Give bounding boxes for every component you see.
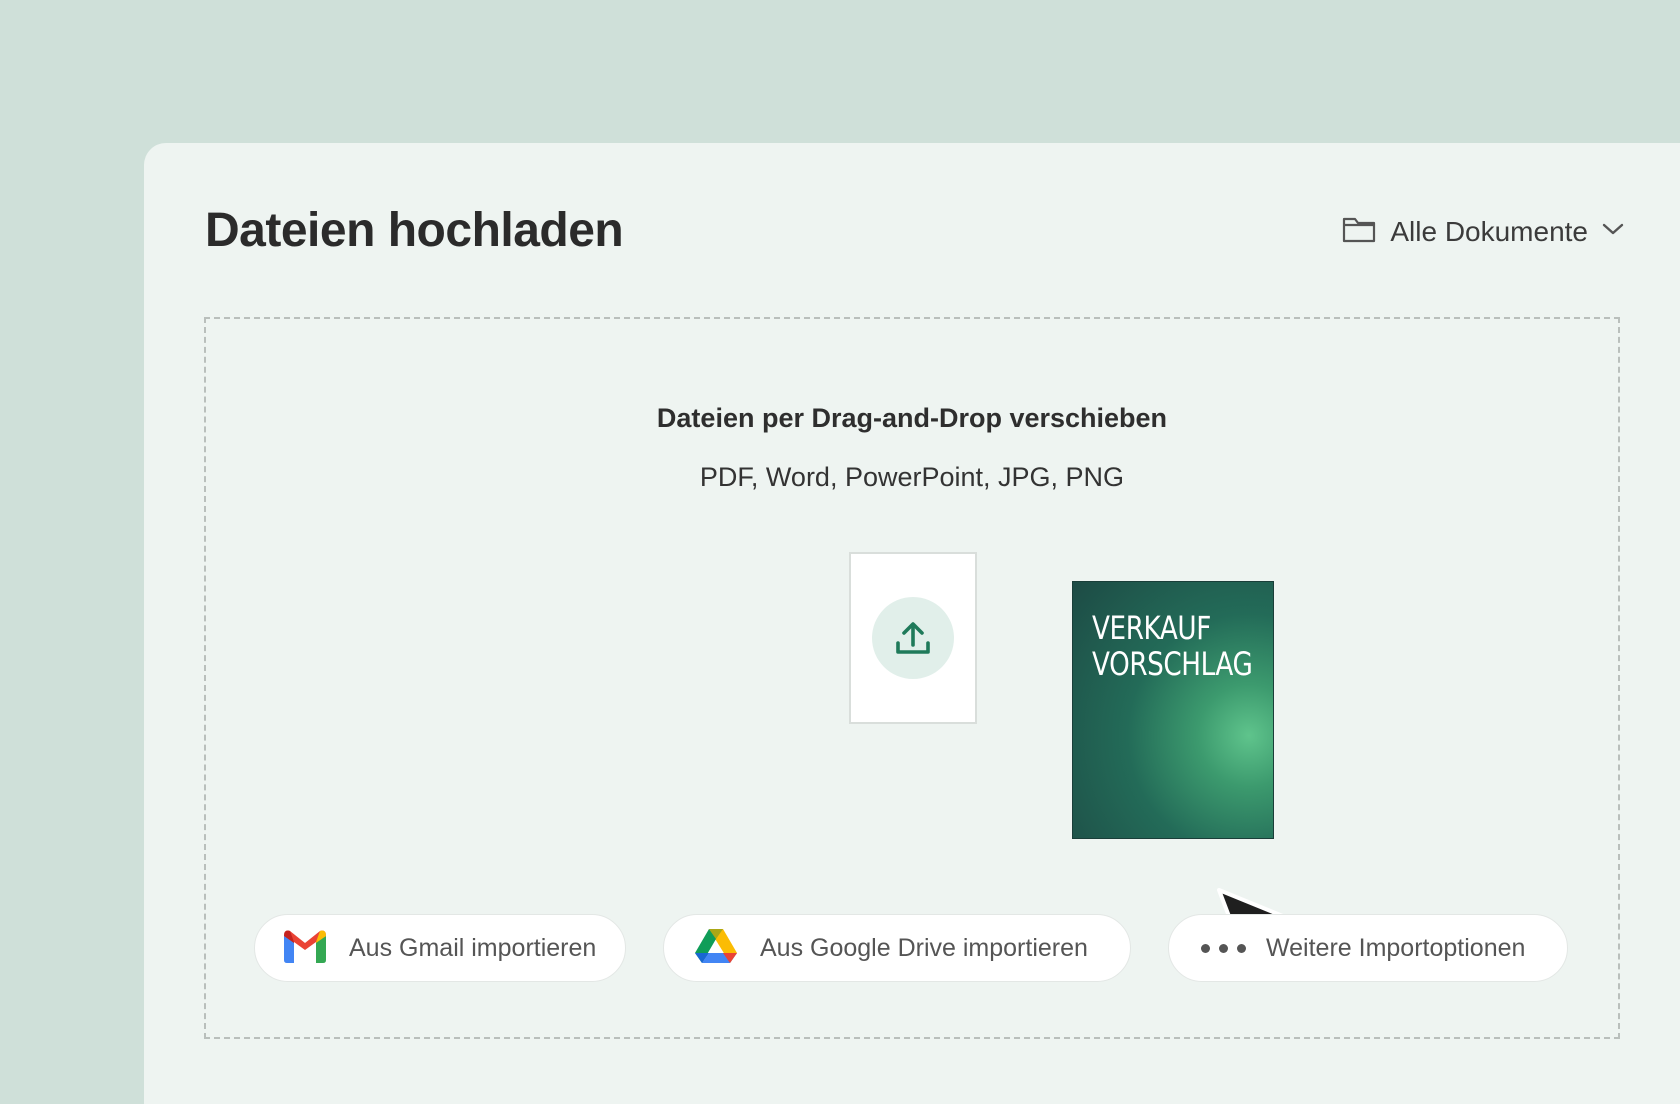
import-gmail-label: Aus Gmail importieren xyxy=(349,933,597,962)
more-dots-icon xyxy=(1201,943,1246,953)
file-dropzone[interactable]: Dateien per Drag-and-Drop verschieben PD… xyxy=(204,317,1620,1039)
document-title: VERKAUF VORSCHLAG xyxy=(1092,609,1253,683)
import-google-drive-label: Aus Google Drive importieren xyxy=(760,933,1088,962)
more-import-options-label: Weitere Importoptionen xyxy=(1266,933,1526,962)
dropzone-title: Dateien per Drag-and-Drop verschieben xyxy=(656,403,1168,433)
dropzone-formats: PDF, Word, PowerPoint, JPG, PNG xyxy=(699,462,1125,492)
gmail-icon xyxy=(281,928,329,969)
folder-select-label: Alle Dokumente xyxy=(1390,215,1588,247)
page-title: Dateien hochladen xyxy=(205,204,624,257)
dragged-document-thumbnail[interactable]: VERKAUF VORSCHLAG xyxy=(1072,581,1274,839)
more-import-options-button[interactable]: Weitere Importoptionen xyxy=(1168,914,1568,982)
upload-icon-circle xyxy=(872,597,954,679)
upload-button[interactable] xyxy=(849,552,977,724)
folder-select-dropdown[interactable]: Alle Dokumente xyxy=(1342,215,1624,248)
chevron-down-icon xyxy=(1602,222,1624,241)
import-gmail-button[interactable]: Aus Gmail importieren xyxy=(254,914,626,982)
upload-icon xyxy=(896,622,930,654)
upload-panel: Dateien hochladen Alle Dokumente Dateien… xyxy=(144,143,1680,1104)
folder-icon xyxy=(1342,215,1376,248)
google-drive-icon xyxy=(694,927,738,970)
import-google-drive-button[interactable]: Aus Google Drive importieren xyxy=(663,914,1131,982)
